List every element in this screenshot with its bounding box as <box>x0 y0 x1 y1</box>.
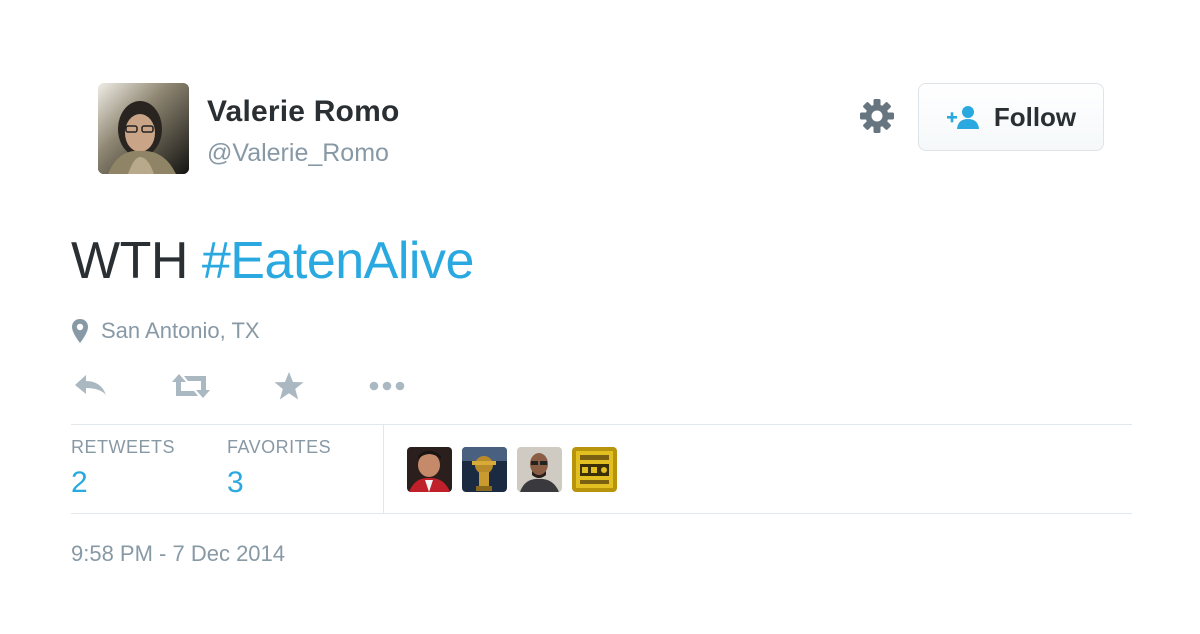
follow-button[interactable]: Follow <box>918 83 1104 151</box>
user-screenname[interactable]: @Valerie_Romo <box>207 139 389 168</box>
location-label: San Antonio, TX <box>101 318 260 343</box>
tweet-card: Valerie Romo @Valerie_Romo Follow WTH #E… <box>0 0 1200 634</box>
location-pin-icon <box>71 318 89 344</box>
retweet-icon[interactable] <box>170 370 212 402</box>
favoriter-avatar[interactable] <box>407 447 452 492</box>
favorite-icon[interactable] <box>273 370 305 402</box>
favorites-label: FAVORITES <box>227 437 332 457</box>
stats-vertical-divider <box>383 425 384 513</box>
tweet-location[interactable]: San Antonio, TX <box>71 318 260 344</box>
gear-icon[interactable] <box>857 96 897 136</box>
retweets-stat[interactable]: RETWEETS 2 <box>71 437 175 500</box>
favoriter-avatar[interactable] <box>517 447 562 492</box>
user-fullname[interactable]: Valerie Romo <box>207 95 399 129</box>
favoriter-avatar[interactable] <box>572 447 617 492</box>
stats-top-divider <box>71 424 1132 425</box>
favorites-stat[interactable]: FAVORITES 3 <box>227 437 331 500</box>
favoriter-avatar[interactable] <box>462 447 507 492</box>
add-user-icon <box>946 104 982 130</box>
retweets-count[interactable]: 2 <box>71 466 175 500</box>
follow-button-label: Follow <box>993 101 1077 132</box>
more-icon[interactable] <box>368 370 406 402</box>
reply-icon[interactable] <box>73 370 109 402</box>
hashtag-link[interactable]: #EatenAlive <box>202 232 475 290</box>
favorites-count[interactable]: 3 <box>227 466 331 500</box>
tweet-text: WTH #EatenAlive <box>71 231 474 291</box>
stats-bottom-divider <box>71 513 1132 514</box>
tweet-body: WTH <box>71 232 188 290</box>
tweet-timestamp[interactable]: 9:58 PM - 7 Dec 2014 <box>71 541 285 567</box>
retweets-label: RETWEETS <box>71 437 176 457</box>
avatar[interactable] <box>98 83 189 174</box>
